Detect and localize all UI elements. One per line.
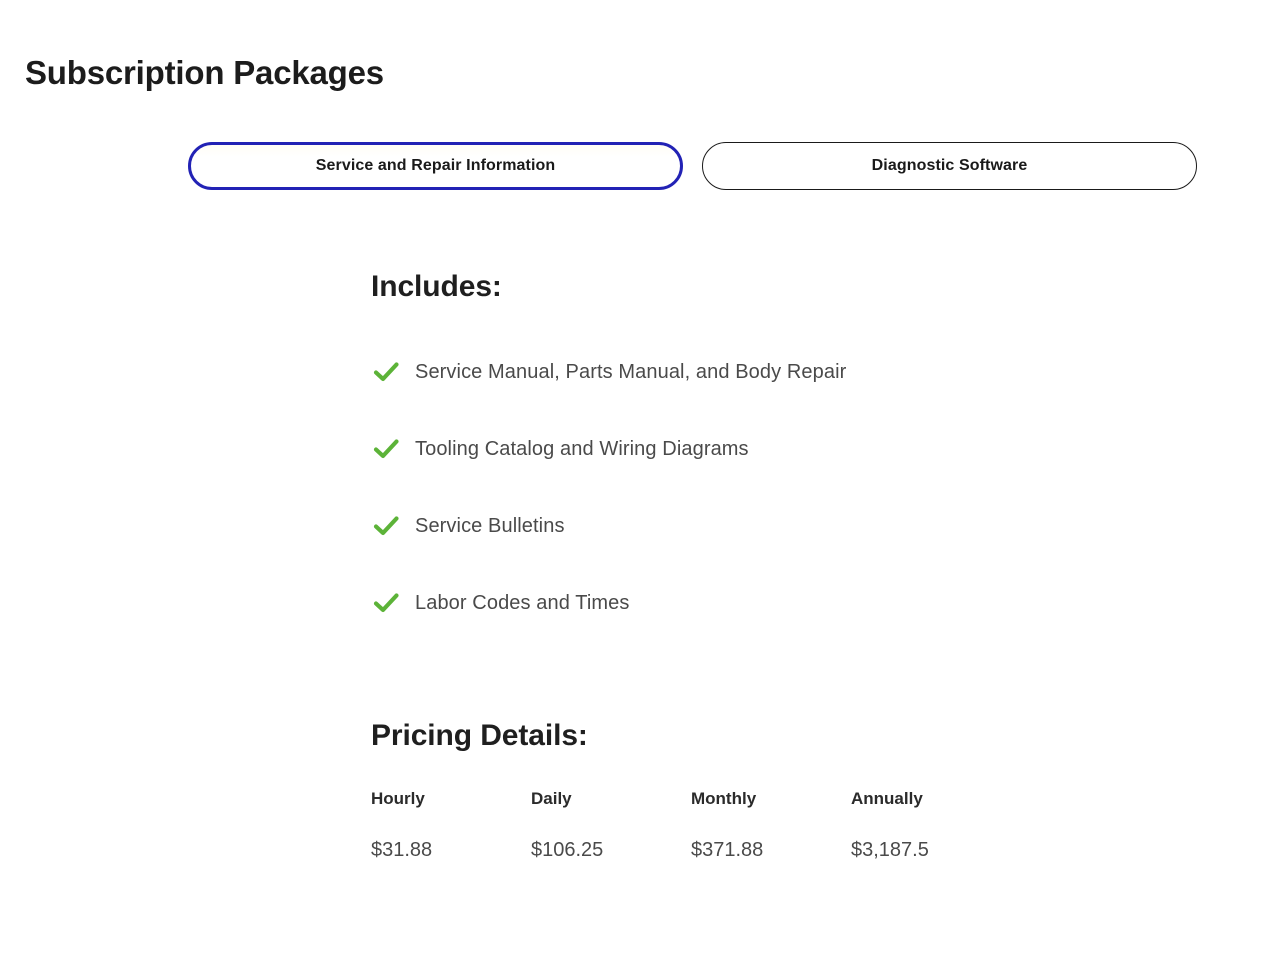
pricing-table: Hourly Daily Monthly Annually $31.88 $10…: [371, 789, 1011, 862]
list-item-label: Labor Codes and Times: [415, 590, 629, 616]
column-header-hourly: Hourly: [371, 789, 531, 839]
includes-list: Service Manual, Parts Manual, and Body R…: [371, 334, 1231, 642]
check-icon: [371, 434, 401, 464]
price-daily: $106.25: [531, 839, 691, 862]
check-icon: [371, 588, 401, 618]
tab-label: Diagnostic Software: [872, 157, 1028, 175]
table-header-row: Hourly Daily Monthly Annually: [371, 789, 1011, 839]
check-icon: [371, 357, 401, 387]
price-monthly: $371.88: [691, 839, 851, 862]
includes-section: Includes: Service Manual, Parts Manual, …: [371, 268, 1231, 614]
price-hourly: $31.88: [371, 839, 531, 862]
tab-service-and-repair-information[interactable]: Service and Repair Information: [188, 142, 683, 190]
table-row: $31.88 $106.25 $371.88 $3,187.5: [371, 839, 1011, 862]
pricing-section: Pricing Details: Hourly Daily Monthly An…: [371, 717, 1231, 862]
tab-label: Service and Repair Information: [316, 157, 556, 175]
tab-diagnostic-software[interactable]: Diagnostic Software: [702, 142, 1197, 190]
includes-heading: Includes:: [371, 268, 1231, 306]
price-annually: $3,187.5: [851, 839, 1011, 862]
check-icon: [371, 511, 401, 541]
column-header-monthly: Monthly: [691, 789, 851, 839]
pricing-heading: Pricing Details:: [371, 717, 1231, 755]
column-header-daily: Daily: [531, 789, 691, 839]
package-type-tabs: Service and Repair Information Diagnosti…: [188, 142, 1197, 190]
list-item-label: Service Bulletins: [415, 513, 565, 539]
list-item: Labor Codes and Times: [371, 565, 1231, 642]
list-item: Tooling Catalog and Wiring Diagrams: [371, 411, 1231, 488]
page-title: Subscription Packages: [25, 53, 384, 93]
list-item: Service Manual, Parts Manual, and Body R…: [371, 334, 1231, 411]
list-item-label: Service Manual, Parts Manual, and Body R…: [415, 359, 846, 385]
column-header-annually: Annually: [851, 789, 1011, 839]
list-item: Service Bulletins: [371, 488, 1231, 565]
list-item-label: Tooling Catalog and Wiring Diagrams: [415, 436, 749, 462]
